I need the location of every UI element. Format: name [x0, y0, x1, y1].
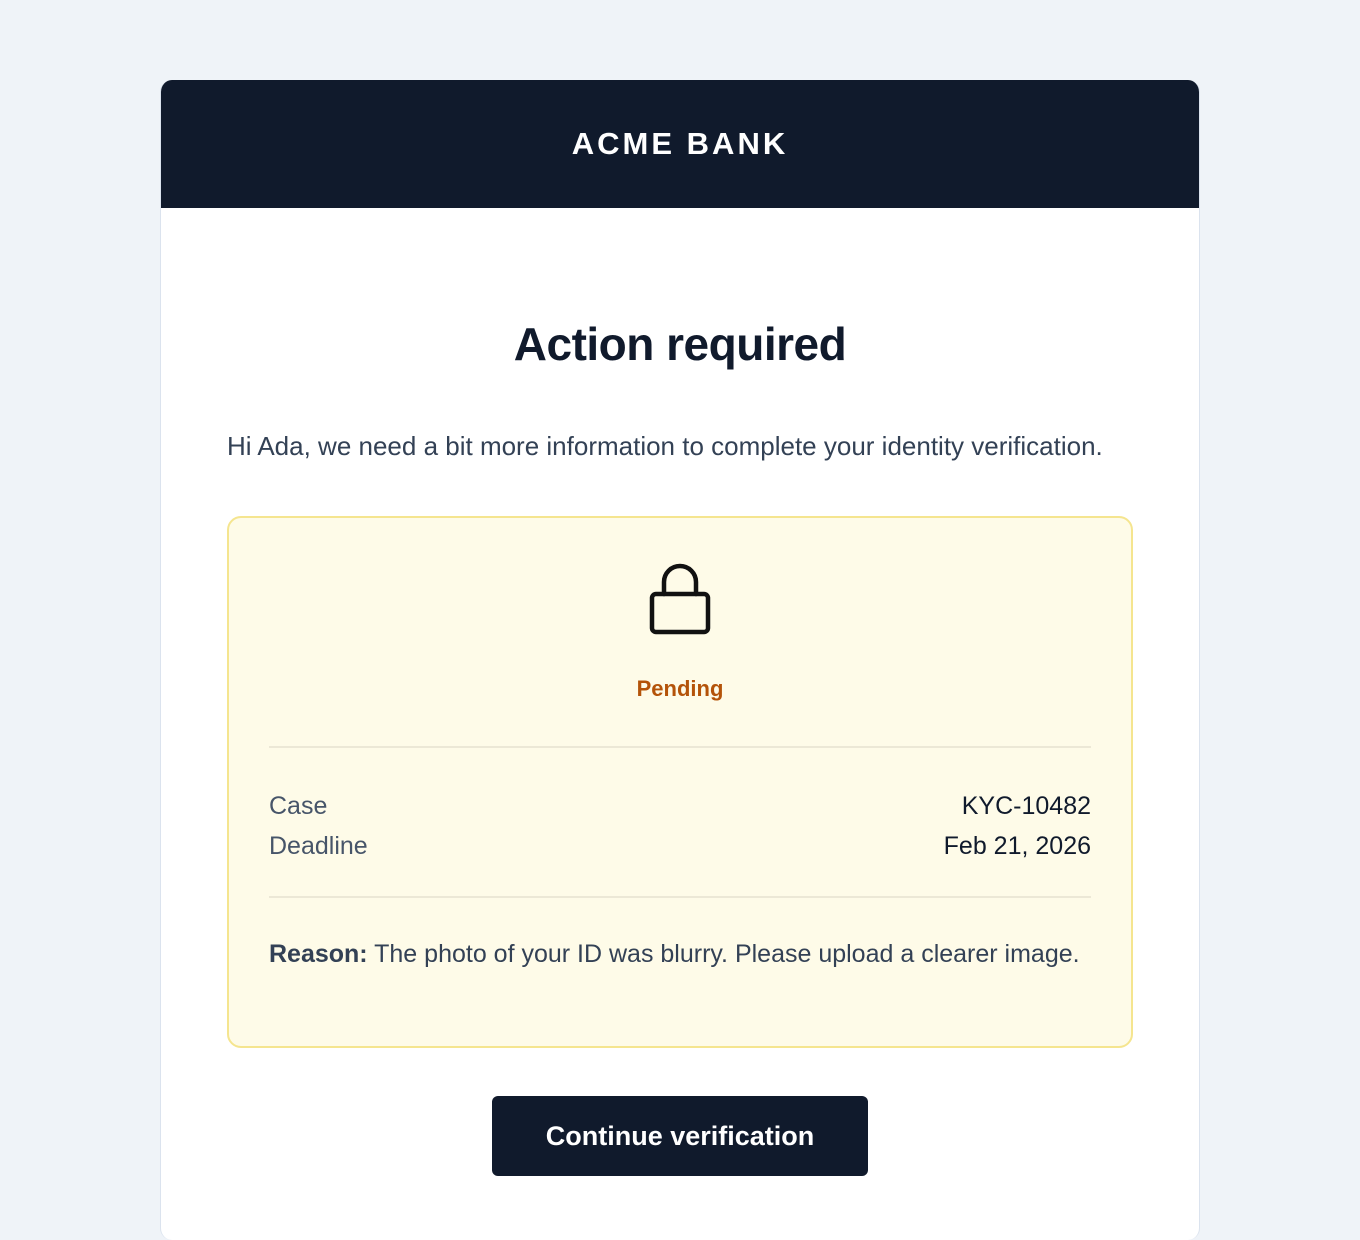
lock-icon	[269, 562, 1091, 636]
divider	[269, 746, 1091, 748]
reason-body: The photo of your ID was blurry. Please …	[367, 940, 1080, 968]
case-label: Case	[269, 791, 328, 820]
brand-name: ACME BANK	[571, 126, 789, 161]
detail-row-case: Case KYC-10482	[269, 786, 1091, 826]
page-title: Action required	[513, 318, 847, 370]
status-panel: Pending Case KYC-10482 Deadline Feb 21, …	[227, 516, 1133, 1048]
reason-text: Reason: The photo of your ID was blurry.…	[269, 934, 1091, 974]
divider	[269, 896, 1091, 898]
status-badge: Pending	[636, 676, 724, 701]
reason-label: Reason:	[269, 940, 368, 968]
brand-header: ACME BANK	[161, 80, 1199, 208]
case-value: KYC-10482	[961, 791, 1091, 820]
lock-icon-svg	[649, 563, 711, 635]
cta-wrap: Continue verification	[227, 1096, 1133, 1176]
continue-verification-button[interactable]: Continue verification	[492, 1096, 868, 1176]
deadline-label: Deadline	[269, 831, 368, 860]
detail-list: Case KYC-10482 Deadline Feb 21, 2026	[269, 786, 1091, 866]
intro-text: Hi Ada, we need a bit more information t…	[227, 431, 1103, 461]
detail-row-deadline: Deadline Feb 21, 2026	[269, 826, 1091, 866]
deadline-value: Feb 21, 2026	[943, 831, 1091, 860]
email-content: Action required Hi Ada, we need a bit mo…	[161, 316, 1199, 1176]
email-card: ACME BANK Action required Hi Ada, we nee…	[160, 80, 1200, 1240]
